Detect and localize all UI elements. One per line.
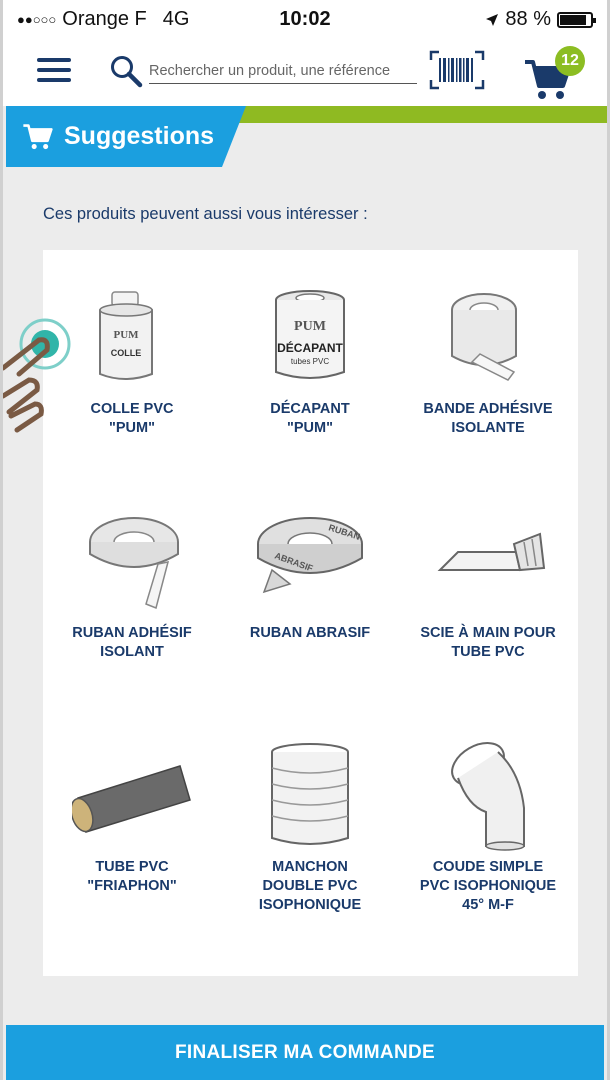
pum-label: PUM	[294, 319, 326, 334]
elbow-fitting-image	[451, 742, 525, 851]
tubes-label: tubes PVC	[291, 357, 329, 366]
status-bar: ●●○○○ Orange F 4G 10:02 88 %	[3, 0, 607, 40]
product-card[interactable]: SCIE À MAIN POUR TUBE PVC	[399, 508, 577, 662]
section-title: Suggestions	[64, 122, 215, 150]
cart-button[interactable]: 12	[523, 46, 587, 99]
intro-text: Ces produits peuvent aussi vous intéress…	[43, 205, 368, 223]
hand-saw-image	[437, 532, 546, 572]
product-name: BANDE ADHÉSIVE ISOLANTE	[423, 401, 553, 436]
product-card[interactable]: RUBAN ABRASIF RUBAN ABRASIF	[221, 508, 399, 643]
product-card[interactable]: BANDE ADHÉSIVE ISOLANTE	[399, 284, 577, 438]
app-header: 12	[3, 40, 607, 106]
adhesive-ribbon-image	[89, 517, 179, 610]
stripper-can-image: PUM DÉCAPANT tubes PVC	[275, 290, 345, 379]
product-card[interactable]: RUBAN ADHÉSIF ISOLANT	[43, 508, 221, 662]
product-card[interactable]: COUDE SIMPLE PVC ISOPHONIQUE 45° M-F	[399, 742, 577, 915]
battery-percent: 88 %	[505, 8, 551, 30]
product-name: MANCHON DOUBLE PVC ISOPHONIQUE	[258, 859, 362, 913]
product-name: RUBAN ABRASIF	[249, 625, 371, 641]
cart-count-badge: 12	[555, 46, 585, 76]
product-name: TUBE PVC "FRIAPHON"	[87, 859, 177, 894]
search-icon[interactable]	[109, 54, 143, 88]
app-frame: ●●○○○ Orange F 4G 10:02 88 % Rechercher …	[0, 0, 610, 1080]
pum-label: PUM	[113, 329, 139, 341]
glue-can-image: PUM COLLE	[99, 291, 153, 380]
cart-icon	[23, 123, 53, 149]
search-bar	[109, 52, 419, 88]
product-card[interactable]: TUBE PVC "FRIAPHON"	[43, 742, 221, 896]
location-arrow-icon	[486, 13, 499, 26]
finalize-order-button[interactable]: FINALISER MA COMMANDE	[6, 1025, 604, 1080]
barcode-icon[interactable]	[429, 50, 485, 90]
section-accent-bar	[203, 106, 607, 123]
product-card[interactable]: PUM DÉCAPANT tubes PVC DÉCAPANT "PUM"	[221, 284, 399, 438]
pvc-tube-image	[72, 765, 191, 833]
section-title-tab: Suggestions	[6, 106, 246, 167]
status-right: 88 %	[485, 8, 596, 31]
colle-label: COLLE	[111, 348, 142, 358]
menu-icon[interactable]	[37, 58, 71, 86]
decapant-label: DÉCAPANT	[277, 340, 343, 355]
abrasive-ribbon-image: RUBAN ABRASIF	[257, 517, 363, 594]
product-name: SCIE À MAIN POUR TUBE PVC	[420, 625, 556, 660]
product-name: RUBAN ADHÉSIF ISOLANT	[72, 625, 192, 660]
tap-hint-hand-icon	[3, 318, 71, 433]
coupling-sleeve-image	[271, 743, 349, 845]
search-input[interactable]	[149, 58, 417, 84]
product-card[interactable]: MANCHON DOUBLE PVC ISOPHONIQUE	[221, 742, 399, 915]
battery-icon	[557, 11, 596, 28]
insulating-tape-image	[451, 293, 517, 381]
products-grid: PUM COLLE COLLE PVC "PUM" PUM DÉCAPANT t…	[43, 250, 578, 976]
product-name: DÉCAPANT "PUM"	[270, 401, 350, 436]
product-name: COUDE SIMPLE PVC ISOPHONIQUE 45° M-F	[419, 859, 557, 913]
